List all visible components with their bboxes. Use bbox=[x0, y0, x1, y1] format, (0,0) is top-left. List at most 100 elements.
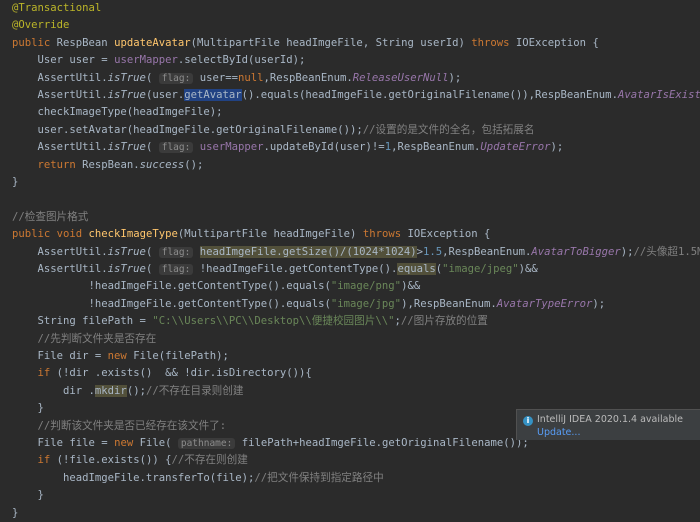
code-token: IOException { bbox=[407, 228, 491, 241]
code-line[interactable]: } bbox=[12, 505, 700, 522]
code-token: String filePath = bbox=[12, 315, 153, 328]
code-token: (); bbox=[126, 384, 146, 397]
code-line[interactable]: } bbox=[12, 174, 700, 191]
code-token: mkdir bbox=[94, 384, 127, 397]
code-token: null bbox=[237, 71, 264, 84]
code-token: isTrue bbox=[107, 71, 146, 84]
code-token: user.setAvatar(headImgeFile.getOriginalF… bbox=[12, 123, 363, 136]
code-token: ,RespBeanEnum. bbox=[442, 245, 532, 258]
code-line[interactable]: AssertUtil.isTrue(user.getAvatar().equal… bbox=[12, 87, 700, 104]
info-icon: i bbox=[523, 416, 533, 426]
update-link[interactable]: Update... bbox=[537, 427, 580, 438]
code-token: } bbox=[12, 402, 44, 415]
code-comment: //判断该文件夹是否已经存在该文件了: bbox=[37, 419, 227, 432]
parameter-hint: flag: bbox=[158, 264, 194, 275]
code-token: ); bbox=[550, 141, 564, 154]
code-token: ,RespBeanEnum. bbox=[263, 71, 353, 84]
code-token: user== bbox=[193, 71, 238, 84]
code-token: success bbox=[139, 158, 185, 171]
code-line[interactable]: public RespBean updateAvatar(MultipartFi… bbox=[12, 35, 700, 52]
code-line[interactable]: AssertUtil.isTrue( flag: headImgeFile.ge… bbox=[12, 244, 700, 261]
code-line[interactable]: } bbox=[12, 487, 700, 504]
code-line[interactable] bbox=[12, 191, 700, 208]
code-line[interactable]: File dir = new File(filePath); bbox=[12, 348, 700, 365]
code-comment: //图片存放的位置 bbox=[400, 315, 488, 328]
code-line[interactable]: public void checkImageType(MultipartFile… bbox=[12, 226, 700, 243]
code-token: } bbox=[12, 176, 19, 188]
code-token: AssertUtil. bbox=[12, 89, 108, 101]
code-token: if bbox=[37, 367, 57, 380]
code-token: !headImgeFile.getContentType().equals( bbox=[12, 280, 331, 293]
code-token: } bbox=[12, 506, 19, 519]
code-line[interactable]: return RespBean.success(); bbox=[12, 157, 700, 174]
code-token: UpdateError bbox=[480, 141, 551, 154]
code-token: throws bbox=[471, 36, 516, 49]
code-line[interactable]: String filePath = "C:\\Users\\PC\\Deskto… bbox=[12, 313, 700, 330]
code-line[interactable]: AssertUtil.isTrue( flag: userMapper.upda… bbox=[12, 139, 700, 156]
code-token: isTrue bbox=[107, 141, 146, 154]
code-line[interactable]: @Override bbox=[12, 17, 700, 34]
code-token: ); bbox=[620, 245, 634, 258]
code-token: 1024*1024 bbox=[352, 245, 411, 258]
code-token: (!dir .exists() && !dir.isDirectory()){ bbox=[56, 367, 312, 380]
code-token: )&& bbox=[518, 263, 538, 275]
code-token: isTrue bbox=[107, 89, 146, 101]
code-token: ( bbox=[145, 263, 159, 275]
code-token: headImgeFile.getSize()/( bbox=[199, 245, 353, 258]
code-token: headImgeFile.transferTo(file); bbox=[12, 471, 255, 484]
code-token: RespBean bbox=[56, 36, 115, 49]
code-token: equals bbox=[397, 263, 436, 275]
code-token: dir . bbox=[12, 384, 95, 397]
code-line[interactable]: headImgeFile.transferTo(file);//把文件保持到指定… bbox=[12, 470, 700, 487]
code-token: public bbox=[12, 36, 57, 49]
code-token: .selectById(userId); bbox=[177, 54, 306, 67]
code-token: public void bbox=[12, 228, 89, 241]
code-comment: //先判断文件夹是否存在 bbox=[37, 332, 157, 345]
code-line[interactable]: !headImgeFile.getContentType().equals("i… bbox=[12, 278, 700, 295]
code-token: IOException { bbox=[515, 36, 599, 49]
code-token: AssertUtil. bbox=[12, 245, 108, 258]
code-token: ( bbox=[145, 141, 159, 154]
code-line[interactable]: AssertUtil.isTrue( flag: user==null,Resp… bbox=[12, 70, 700, 87]
code-token: (user. bbox=[145, 89, 185, 101]
code-line[interactable]: User user = userMapper.selectById(userId… bbox=[12, 52, 700, 69]
code-token: )&& bbox=[401, 280, 421, 293]
code-token: ,RespBeanEnum. bbox=[391, 141, 481, 154]
code-token: AssertUtil. bbox=[12, 71, 108, 84]
code-token: ); bbox=[592, 297, 606, 310]
code-token: !headImgeFile.getContentType().equals( bbox=[12, 297, 331, 310]
code-token: ),RespBeanEnum. bbox=[401, 297, 497, 310]
parameter-hint: pathname: bbox=[177, 438, 236, 449]
code-token: "image/jpeg" bbox=[442, 263, 519, 275]
code-token: ( bbox=[145, 71, 159, 84]
code-line[interactable]: user.setAvatar(headImgeFile.getOriginalF… bbox=[12, 122, 700, 139]
code-line[interactable]: if (!dir .exists() && !dir.isDirectory()… bbox=[12, 365, 700, 382]
code-line[interactable]: dir .mkdir();//不存在目录则创建 bbox=[12, 383, 700, 400]
code-comment: //不存在目录则创建 bbox=[145, 384, 244, 397]
code-token: AssertUtil. bbox=[12, 141, 108, 154]
code-line[interactable]: @Transactional bbox=[12, 0, 700, 17]
code-token: isTrue bbox=[107, 263, 146, 275]
code-token: userMapper bbox=[114, 54, 178, 67]
code-token: 1.5 bbox=[422, 245, 443, 258]
code-token: File(filePath); bbox=[133, 350, 229, 362]
code-line[interactable]: if (!file.exists()) {//不存在则创建 bbox=[12, 452, 700, 469]
parameter-hint: flag: bbox=[158, 72, 194, 84]
parameter-hint: flag: bbox=[158, 246, 194, 258]
code-token: !headImgeFile.getContentType(). bbox=[193, 263, 398, 275]
code-line[interactable]: //先判断文件夹是否存在 bbox=[12, 331, 700, 348]
code-token: AssertUtil. bbox=[12, 263, 108, 275]
code-line[interactable]: //检查图片格式 bbox=[12, 209, 700, 226]
update-notification[interactable]: i IntelliJ IDEA 2020.1.4 available Updat… bbox=[516, 409, 700, 440]
code-token: if bbox=[37, 454, 57, 467]
code-line[interactable]: !headImgeFile.getContentType().equals("i… bbox=[12, 296, 700, 313]
code-line[interactable]: AssertUtil.isTrue( flag: !headImgeFile.g… bbox=[12, 261, 700, 278]
code-token: ); bbox=[448, 71, 462, 84]
code-token: throws bbox=[362, 228, 408, 241]
code-editor[interactable]: @Transactional @Override public RespBean u… bbox=[0, 0, 700, 519]
code-line[interactable]: checkImageType(headImgeFile); bbox=[12, 104, 700, 121]
code-comment: //把文件保持到指定路径中 bbox=[254, 471, 384, 484]
